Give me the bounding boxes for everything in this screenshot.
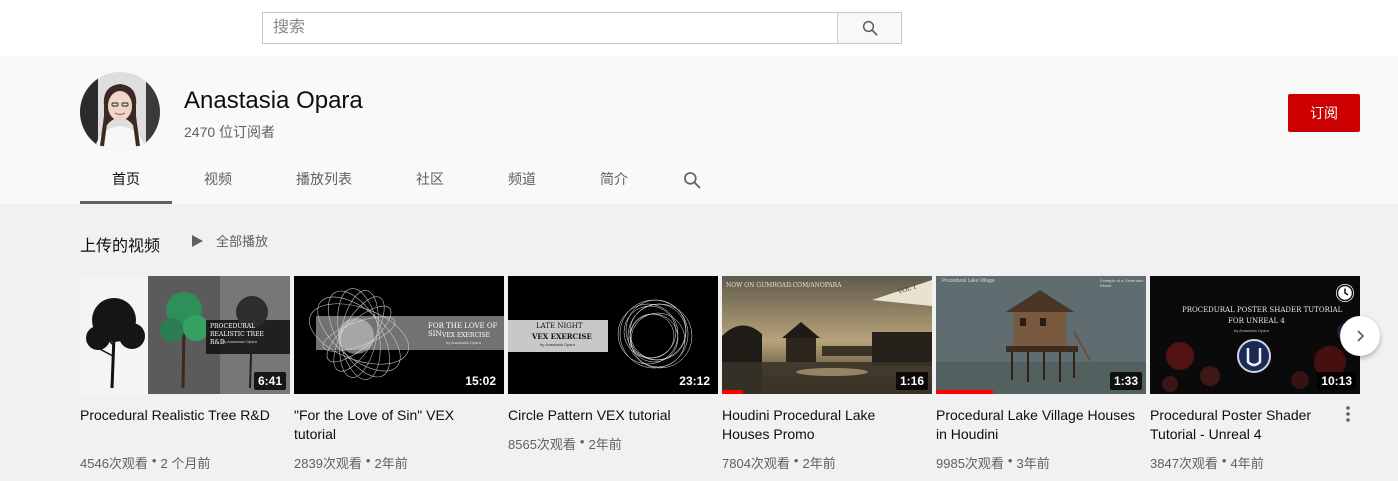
upload-age: 3年前 [1016,456,1050,471]
video-thumbnail[interactable]: PROCEDURAL REALISTIC TREE R&D by Anastas… [80,276,290,394]
upload-age: 2年前 [374,456,408,471]
meta-separator: • [151,453,157,468]
video-meta: 7804次观看 • 2年前 [722,453,932,472]
subscribe-button[interactable]: 订阅 [1288,94,1360,132]
meta-separator: • [365,453,371,468]
subscriber-count: 2470 位订阅者 [184,124,276,140]
video-item: LATE NIGHT VEX EXERCISE by Anastasia Opa… [508,276,718,453]
meta-separator: • [1221,453,1227,468]
view-count: 3847次观看 [1150,456,1218,471]
video-item: FOR THE LOVE OF SIN VEX EXERCISE by Anas… [294,276,504,472]
video-duration: 1:33 [1109,372,1142,390]
video-shelf: PROCEDURAL REALISTIC TREE R&D by Anastas… [80,276,1362,481]
video-title[interactable]: Procedural Poster Shader Tutorial - Unre… [1150,406,1350,444]
watch-progress [936,390,993,394]
upload-age: 4年前 [1230,456,1264,471]
clock-icon [1336,284,1354,302]
thumb-caption: VEX EXERCISE [442,332,490,339]
upload-age: 2年前 [588,437,622,452]
channel-name: Anastasia Opara [184,87,363,114]
video-meta: 8565次观看 • 2年前 [508,434,718,453]
meta-separator: • [579,434,585,449]
content-area: 上传的视频 全部播放 PROCEDURAL REALISTIC TREE R&D… [0,204,1398,481]
video-thumbnail[interactable]: LATE NIGHT VEX EXERCISE by Anastasia Opa… [508,276,718,394]
video-meta: 2839次观看 • 2年前 [294,453,504,472]
tab-playlists[interactable]: 播放列表 [264,156,384,204]
thumb-caption: PROCEDURAL [210,323,256,330]
video-thumbnail[interactable]: FOR THE LOVE OF SIN VEX EXERCISE by Anas… [294,276,504,394]
thumb-caption: Example of a Generated Result [1100,278,1144,288]
avatar-portrait-icon [80,72,160,152]
search-box [262,12,902,44]
video-meta: 3847次观看 • 4年前 [1150,453,1360,472]
video-item: PROCEDURAL REALISTIC TREE R&D by Anastas… [80,276,290,472]
play-all-label: 全部播放 [216,234,269,249]
video-thumbnail[interactable]: Procedural Lake Village Example of a Gen… [936,276,1146,394]
thumb-caption: REALISTIC TREE [210,331,264,338]
watch-progress [722,390,743,394]
view-count: 9985次观看 [936,456,1004,471]
thumb-caption: Procedural Lake Village [942,278,995,284]
more-vert-icon [1346,406,1350,422]
thumb-caption: VEX EXERCISE [532,332,592,341]
tab-channels[interactable]: 频道 [476,156,568,204]
tab-community[interactable]: 社区 [384,156,476,204]
video-thumbnail[interactable]: PROCEDURAL POSTER SHADER TUTORIAL FOR UN… [1150,276,1360,394]
upload-age: 2年前 [802,456,836,471]
view-count: 8565次观看 [508,437,576,452]
video-duration: 23:12 [675,372,714,390]
chevron-right-icon [1357,330,1365,342]
channel-tabs: 首页 视频 播放列表 社区 频道 简介 [80,156,724,204]
tab-about[interactable]: 简介 [568,156,660,204]
play-icon [192,234,203,247]
thumb-caption: NOW ON GUMROAD.COM/ANOPARA [726,282,842,289]
thumb-caption: by Anastasia Opara [222,339,257,344]
masthead [0,0,1398,56]
view-count: 2839次观看 [294,456,362,471]
search-icon [862,20,878,36]
channel-header: Anastasia Opara 2470 位订阅者 订阅 首页 视频 播放列表 … [0,56,1398,204]
video-duration: 1:16 [895,372,928,390]
video-duration: 10:13 [1317,372,1356,390]
meta-separator: • [793,453,799,468]
watch-later-icon[interactable] [1336,284,1354,302]
video-menu-button[interactable] [1340,404,1356,424]
video-item: Procedural Lake Village Example of a Gen… [936,276,1146,472]
video-title[interactable]: Procedural Realistic Tree R&D [80,406,280,444]
channel-search-button[interactable] [660,156,724,204]
thumb-caption: LATE NIGHT [536,322,583,330]
video-duration: 6:41 [253,372,286,390]
view-count: 7804次观看 [722,456,790,471]
thumb-caption: PROCEDURAL POSTER SHADER TUTORIAL [1182,306,1343,314]
video-meta: 9985次观看 • 3年前 [936,453,1146,472]
play-all-button[interactable]: 全部播放 [190,231,268,250]
tab-home[interactable]: 首页 [80,156,172,204]
video-title[interactable]: Procedural Lake Village Houses in Houdin… [936,406,1136,444]
view-count: 4546次观看 [80,456,148,471]
thumb-caption: by Anastasia Opara [540,342,575,347]
upload-age: 2 个月前 [160,456,211,471]
avatar[interactable] [80,72,160,152]
youtube-channel-page: Anastasia Opara 2470 位订阅者 订阅 首页 视频 播放列表 … [0,0,1398,481]
video-thumbnail[interactable]: NOW ON GUMROAD.COM/ANOPARA VOL 1 1:16 [722,276,932,394]
shelf-next-button[interactable] [1340,316,1380,356]
thumb-caption: by Anastasia Opara [446,340,481,345]
video-title[interactable]: "For the Love of Sin" VEX tutorial [294,406,494,444]
video-duration: 15:02 [461,372,500,390]
thumb-caption: FOR UNREAL 4 [1228,317,1285,325]
video-title[interactable]: Houdini Procedural Lake Houses Promo [722,406,922,444]
video-item: NOW ON GUMROAD.COM/ANOPARA VOL 1 1:16 Ho… [722,276,932,472]
video-item: PROCEDURAL POSTER SHADER TUTORIAL FOR UN… [1150,276,1360,472]
thumb-caption: by Anastasia Opara [1234,328,1269,333]
meta-separator: • [1007,453,1013,468]
search-icon [684,172,701,189]
shelf-title[interactable]: 上传的视频 [80,232,160,256]
search-button[interactable] [837,13,901,43]
video-meta: 4546次观看 • 2 个月前 [80,453,290,472]
search-input[interactable] [263,13,837,43]
tab-videos[interactable]: 视频 [172,156,264,204]
